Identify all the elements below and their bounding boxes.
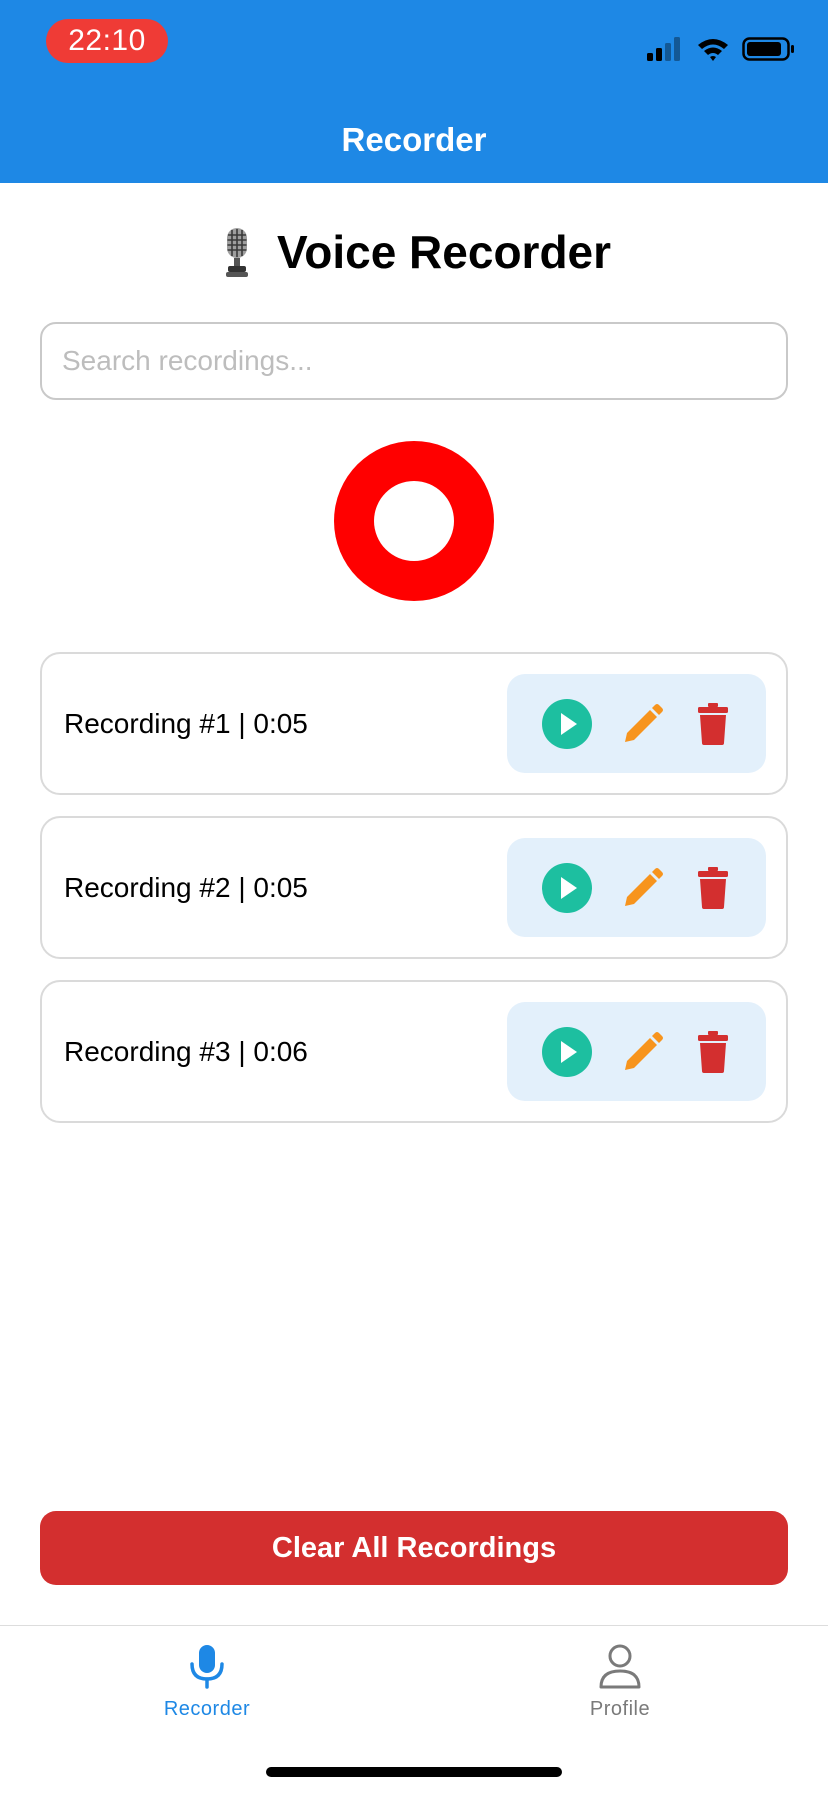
recording-actions — [507, 1002, 766, 1101]
play-icon — [542, 699, 592, 749]
signal-icon — [647, 37, 680, 61]
tab-recorder[interactable]: Recorder — [107, 1642, 307, 1742]
search-input[interactable] — [40, 322, 788, 400]
tab-profile[interactable]: Profile — [520, 1642, 720, 1742]
header-title: Recorder — [341, 121, 487, 158]
recording-item: Recording #2 | 0:05 — [40, 816, 788, 959]
play-button[interactable] — [541, 862, 593, 914]
page-heading: Voice Recorder — [276, 226, 612, 278]
recording-label: Recording #2 | 0:05 — [64, 872, 308, 903]
recording-label: Recording #3 | 0:06 — [64, 1036, 308, 1067]
play-icon — [542, 863, 592, 913]
delete-button[interactable] — [687, 698, 739, 750]
record-icon — [374, 481, 454, 561]
recording-actions — [507, 838, 766, 937]
pencil-icon — [625, 704, 663, 742]
status-time: 22:10 — [46, 19, 168, 63]
battery-icon — [742, 37, 794, 61]
trash-icon — [698, 1031, 728, 1073]
pencil-icon — [625, 868, 663, 906]
home-indicator — [266, 1767, 562, 1777]
recording-label: Recording #1 | 0:05 — [64, 708, 308, 739]
wifi-icon — [698, 39, 728, 61]
edit-button[interactable] — [617, 698, 669, 750]
status-icons — [646, 32, 796, 66]
tab-recorder-label: Recorder — [163, 1698, 251, 1720]
tab-profile-label: Profile — [589, 1698, 651, 1720]
person-icon — [599, 1644, 641, 1689]
recording-item: Recording #3 | 0:06 — [40, 980, 788, 1123]
app-header: 22:10 Recorder — [0, 0, 828, 183]
trash-icon — [698, 867, 728, 909]
record-button[interactable] — [334, 441, 494, 601]
recording-actions — [507, 674, 766, 773]
clear-all-button[interactable]: Clear All Recordings — [40, 1511, 788, 1585]
delete-button[interactable] — [687, 862, 739, 914]
page-title: Voice Recorder — [0, 222, 828, 282]
play-button[interactable] — [541, 698, 593, 750]
microphone-icon — [190, 1645, 224, 1689]
recording-list: Recording #1 | 0:05 Recording #2 | 0:05 … — [40, 652, 788, 1144]
delete-button[interactable] — [687, 1026, 739, 1078]
edit-button[interactable] — [617, 1026, 669, 1078]
trash-icon — [698, 703, 728, 745]
edit-button[interactable] — [617, 862, 669, 914]
play-icon — [542, 1027, 592, 1077]
play-button[interactable] — [541, 1026, 593, 1078]
pencil-icon — [625, 1032, 663, 1070]
recording-item: Recording #1 | 0:05 — [40, 652, 788, 795]
studio-microphone-emoji-icon — [225, 228, 248, 277]
